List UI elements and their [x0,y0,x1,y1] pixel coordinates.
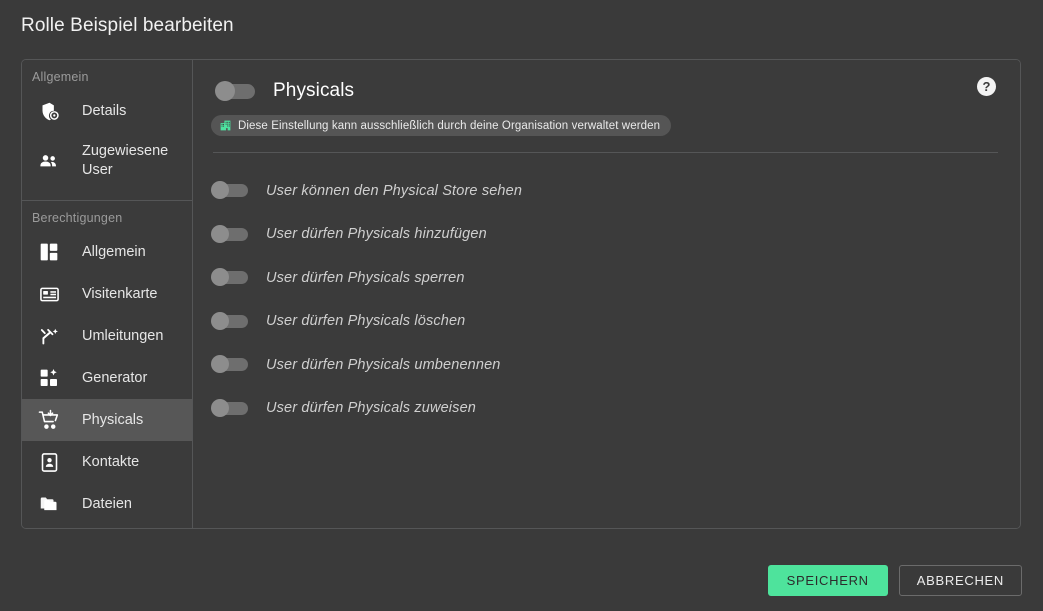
help-icon-label: ? [982,78,991,94]
permission-row: User dürfen Physicals zuweisen [211,387,1020,431]
save-button[interactable]: SPEICHERN [767,565,888,596]
sidebar-item-label-dateien: Dateien [82,495,132,512]
sidebar-item-visitenkarte[interactable]: Visitenkarte [22,273,192,315]
role-edit-dialog: Rolle Beispiel bearbeiten Allgemein Deta… [0,0,1043,611]
permission-row: User dürfen Physicals umbenennen [211,343,1020,387]
permission-label: User dürfen Physicals löschen [266,313,466,330]
sidebar-item-generator[interactable]: Generator [22,357,192,399]
sidebar-item-zugewiesene-user[interactable]: Zugewiesene User [22,132,192,190]
main-header: Physicals ? [193,60,1020,102]
main-panel: Physicals ? Diese Einstellung kann aussc… [193,60,1020,528]
permission-toggle-rename[interactable] [211,355,248,374]
permission-row: User dürfen Physicals löschen [211,300,1020,344]
permission-toggle-delete[interactable] [211,311,248,330]
permission-row: User dürfen Physicals sperren [211,256,1020,300]
sidebar-group-berechtigungen: Berechtigungen Allgemein Visitenkarte Um… [22,200,192,528]
sidebar-item-kontakte[interactable]: Kontakte [22,441,192,483]
organization-building-icon [218,119,232,133]
permission-row: User dürfen Physicals hinzufügen [211,213,1020,257]
sidebar-group-allgemein: Allgemein Details Zugewiesene User [22,60,192,200]
sidebar-item-label-zugewiesene-user: Zugewiesene User [82,143,169,178]
folder-icon [36,494,62,515]
sidebar: Allgemein Details Zugewiesene User Berec… [22,60,193,528]
permission-label: User können den Physical Store sehen [266,182,523,199]
organization-managed-banner: Diese Einstellung kann ausschließlich du… [211,115,672,136]
generator-icon [36,368,62,388]
sidebar-item-label-generator: Generator [82,369,148,386]
sidebar-item-label-umleitungen: Umleitungen [82,327,164,344]
sidebar-item-label-visitenkarte: Visitenkarte [82,285,158,302]
toggle-knob [211,398,229,417]
permission-label: User dürfen Physicals hinzufügen [266,226,487,243]
settings-card: Allgemein Details Zugewiesene User Berec… [21,59,1021,529]
sidebar-item-label-physicals: Physicals [82,411,144,428]
permission-toggle-add[interactable] [211,224,248,243]
dialog-footer: SPEICHERN ABBRECHEN [767,565,1022,596]
sidebar-group-label-allgemein: Allgemein [32,70,89,84]
cancel-button[interactable]: ABBRECHEN [898,565,1022,596]
sidebar-item-dateien[interactable]: Dateien [22,483,192,525]
help-icon[interactable]: ? [977,77,996,96]
organization-managed-text: Diese Einstellung kann ausschließlich du… [238,119,661,132]
sidebar-item-umleitungen[interactable]: Umleitungen [22,315,192,357]
page-title: Rolle Beispiel bearbeiten [21,15,234,36]
permission-toggle-assign[interactable] [211,398,248,417]
users-icon [36,150,62,172]
sidebar-item-physicals[interactable]: Physicals [22,399,192,441]
toggle-knob [211,311,229,330]
toggle-knob [215,80,235,101]
sidebar-item-label-kontakte: Kontakte [82,453,140,470]
permission-toggle-lock[interactable] [211,268,248,287]
cart-icon [36,409,62,431]
section-divider [213,152,998,153]
main-title: Physicals [273,80,355,101]
sidebar-item-label-allgemein: Allgemein [82,243,146,260]
sidebar-item-details[interactable]: Details [22,90,192,132]
redirect-icon [36,326,62,347]
sidebar-item-label-details: Details [82,102,127,119]
permission-label: User dürfen Physicals umbenennen [266,356,501,373]
permission-label: User dürfen Physicals sperren [266,269,465,286]
permission-label: User dürfen Physicals zuweisen [266,400,477,417]
permission-row: User können den Physical Store sehen [211,169,1020,213]
sidebar-item-allgemein[interactable]: Allgemein [22,231,192,273]
sidebar-group-label-berechtigungen: Berechtigungen [32,211,123,225]
card-icon [36,284,62,305]
physicals-master-toggle[interactable] [215,80,255,101]
dashboard-icon [36,242,62,262]
shield-gear-icon [36,101,62,122]
contact-icon [36,452,62,473]
toggle-knob [211,224,229,243]
permission-toggle-view-store[interactable] [211,181,248,200]
permissions-list: User können den Physical Store sehen Use… [193,169,1020,430]
